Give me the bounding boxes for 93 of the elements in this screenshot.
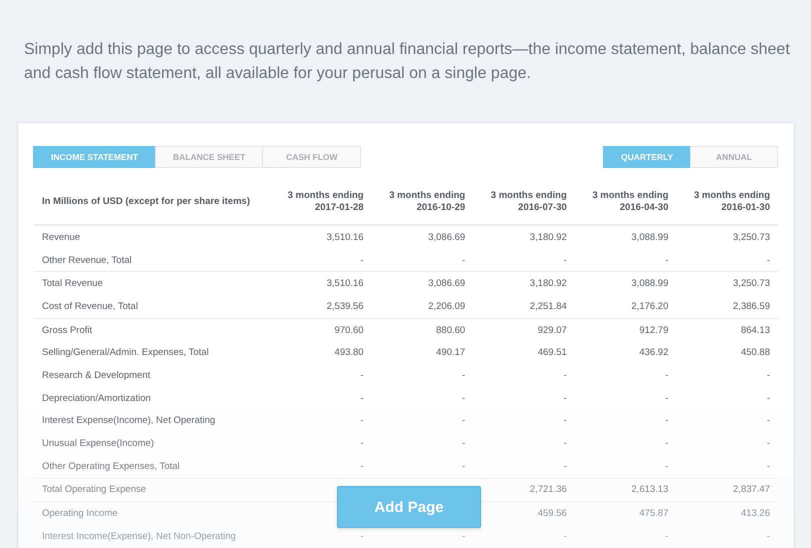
table-cell: 929.07 xyxy=(538,324,567,336)
row-label: Gross Profit xyxy=(42,324,92,336)
tab[interactable]: BALANCE SHEET xyxy=(155,146,264,168)
table-cell: 2,386.59 xyxy=(733,300,770,312)
row-label: Total Revenue xyxy=(42,278,103,290)
tab[interactable]: CASH FLOW xyxy=(262,146,362,168)
table-cell: - xyxy=(462,530,466,542)
table-cell: - xyxy=(665,460,668,472)
row-label: Operating Income xyxy=(42,508,118,520)
table-cell: - xyxy=(564,392,567,404)
row-label: Cost of Revenue, Total xyxy=(42,300,138,312)
table-cell: - xyxy=(360,460,364,472)
tab[interactable]: QUARTERLY xyxy=(603,146,691,168)
column-header: 3 months ending 2016-04-30 xyxy=(592,190,668,212)
table-cell: 2,837.47 xyxy=(733,484,770,496)
table-cell: - xyxy=(766,254,770,266)
row-label: Selling/General/Admin. Expenses, Total xyxy=(42,347,209,358)
table-cell: 3,250.73 xyxy=(733,232,770,243)
table-cell: - xyxy=(665,254,668,266)
column-header: 3 months ending 2017-01-28 xyxy=(288,190,364,212)
table-cell: - xyxy=(564,530,567,542)
table-cell: - xyxy=(766,530,770,542)
table-cell: - xyxy=(360,392,364,404)
table-cell: - xyxy=(766,438,770,450)
table-cell: - xyxy=(360,370,364,381)
table-cell: 450.88 xyxy=(740,347,770,358)
tab[interactable]: INCOME STATEMENT xyxy=(33,146,156,168)
column-header: 3 months ending 2016-07-30 xyxy=(490,190,567,212)
table-cell: 880.60 xyxy=(436,324,466,336)
row-label: Other Revenue, Total xyxy=(42,254,132,266)
table-cell: 493.80 xyxy=(334,347,364,358)
table-cell: - xyxy=(766,392,770,404)
add-page-button[interactable]: Add Page xyxy=(337,486,481,528)
row-label: Other Operating Expenses, Total xyxy=(42,460,180,472)
table-cell: - xyxy=(360,530,364,542)
table-cell: - xyxy=(665,370,668,381)
table-cell: - xyxy=(665,530,668,542)
table-cell: - xyxy=(462,438,466,450)
row-label: Interest Income(Expense), Net Non-Operating xyxy=(42,530,236,542)
table-cell: - xyxy=(766,370,770,381)
table-cell: 3,510.16 xyxy=(326,278,364,290)
table-cell: - xyxy=(564,254,567,266)
table-cell: - xyxy=(360,254,364,266)
table-cell: - xyxy=(766,415,770,426)
table-cell: - xyxy=(462,415,466,426)
table-cell: - xyxy=(766,460,770,472)
row-label: Interest Expense(Income), Net Operating xyxy=(42,415,216,426)
row-label: Revenue xyxy=(42,232,80,243)
table-cell: - xyxy=(665,415,668,426)
table-cell: 469.51 xyxy=(538,347,567,358)
table-cell: 912.79 xyxy=(639,324,668,336)
table-cell: 3,086.69 xyxy=(428,278,466,290)
table-cell: - xyxy=(462,370,466,381)
table-cell: - xyxy=(665,438,668,450)
row-label: Depreciation/Amortization xyxy=(42,392,151,404)
table-cell: 3,510.16 xyxy=(326,232,364,243)
table-cell: - xyxy=(564,460,567,472)
table-cell: - xyxy=(360,438,364,450)
table-cell: 490.17 xyxy=(436,347,466,358)
table-cell: 413.26 xyxy=(740,508,770,520)
table-cell: 2,206.09 xyxy=(428,300,466,312)
table-cell: 2,251.84 xyxy=(530,300,567,312)
table-cell: 3,180.92 xyxy=(530,278,567,290)
table-cell: 2,539.56 xyxy=(326,300,364,312)
table-cell: - xyxy=(462,460,466,472)
table-cell: 3,180.92 xyxy=(530,232,567,243)
table-cell: - xyxy=(462,392,466,404)
table-cell: - xyxy=(665,392,668,404)
table-cell: 459.56 xyxy=(538,508,567,520)
table-cell: - xyxy=(564,370,567,381)
table-cell: 475.87 xyxy=(639,508,668,520)
intro-text: Simply add this page to access quarterly and annual financial reports—the income statement, balance sheet and cash flow statement, all available for your perusal on a single page. xyxy=(24,40,791,84)
table-cell: 436.92 xyxy=(639,347,668,358)
column-header: 3 months ending 2016-10-29 xyxy=(389,190,466,212)
table-cell: 3,088.99 xyxy=(631,278,668,290)
table-cell: 2,176.20 xyxy=(631,300,668,312)
table-cell: 3,086.69 xyxy=(428,232,466,243)
table-cell: 3,250.73 xyxy=(733,278,770,290)
row-label: Research & Development xyxy=(42,370,150,381)
table-cell: 3,088.99 xyxy=(631,232,668,243)
table-cell: 970.60 xyxy=(334,324,364,336)
table-cell: - xyxy=(564,415,567,426)
table-cell: 2,613.13 xyxy=(631,484,668,496)
table-cell: - xyxy=(462,254,466,266)
table-cell: 2,721.36 xyxy=(530,484,567,496)
table-cell: - xyxy=(360,415,364,426)
column-header: In Millions of USD (except for per share items) xyxy=(42,196,250,206)
row-label: Unusual Expense(Income) xyxy=(42,438,154,450)
row-label: Total Operating Expense xyxy=(42,484,146,496)
column-header: 3 months ending 2016-01-30 xyxy=(694,190,770,212)
table-cell: 864.13 xyxy=(740,324,770,336)
tab[interactable]: ANNUAL xyxy=(690,146,778,168)
table-cell: - xyxy=(564,438,567,450)
